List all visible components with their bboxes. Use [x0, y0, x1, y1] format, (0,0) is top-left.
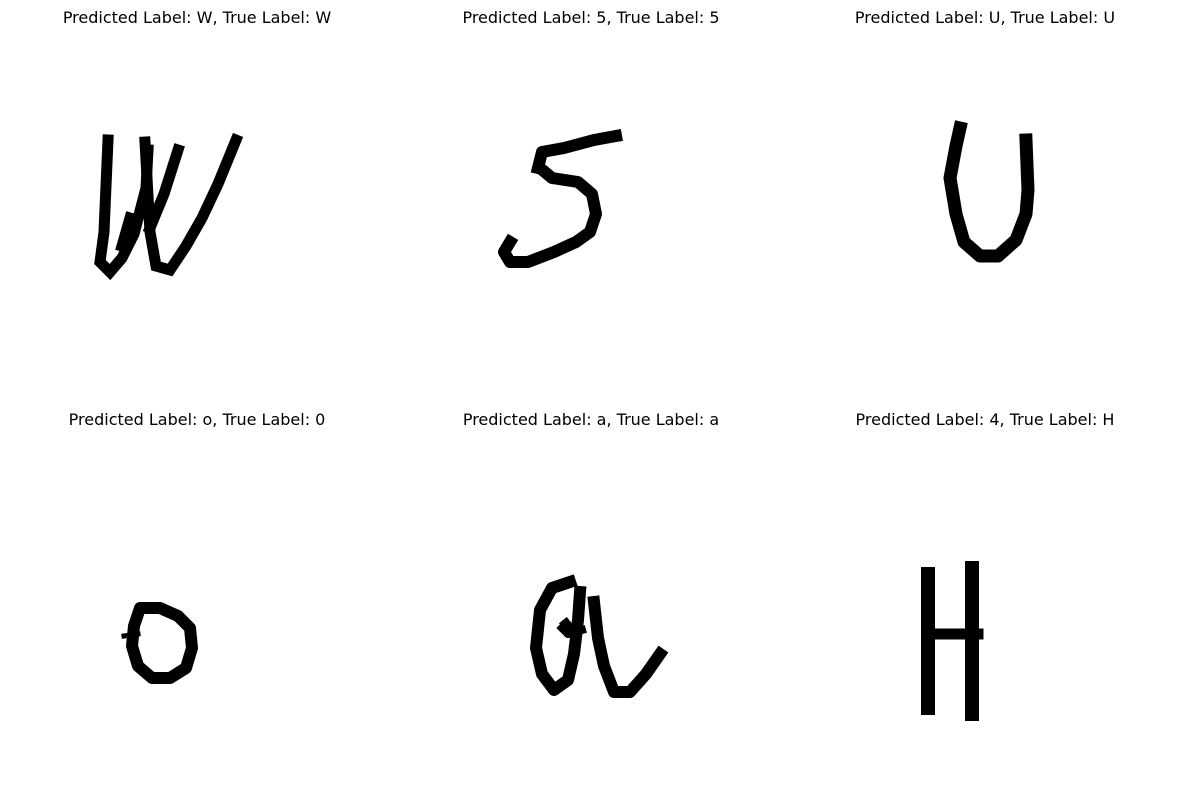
handwritten-5-image	[498, 129, 623, 268]
panel-a: Predicted Label: a, True Label: a	[394, 402, 788, 804]
handwritten-a-image	[530, 574, 669, 698]
panel-o: Predicted Label: o, True Label: 0	[0, 402, 394, 804]
panel-u: Predicted Label: U, True Label: U	[788, 0, 1182, 402]
handwritten-w-image	[94, 132, 244, 281]
panel-h: Predicted Label: 4, True Label: H	[788, 402, 1182, 804]
handwritten-o-image	[121, 602, 198, 684]
handwritten-u-image	[943, 120, 1035, 263]
panel-5: Predicted Label: 5, True Label: 5	[394, 0, 788, 402]
panel-w: Predicted Label: W, True Label: W	[0, 0, 394, 402]
handwritten-h-image	[921, 561, 984, 721]
